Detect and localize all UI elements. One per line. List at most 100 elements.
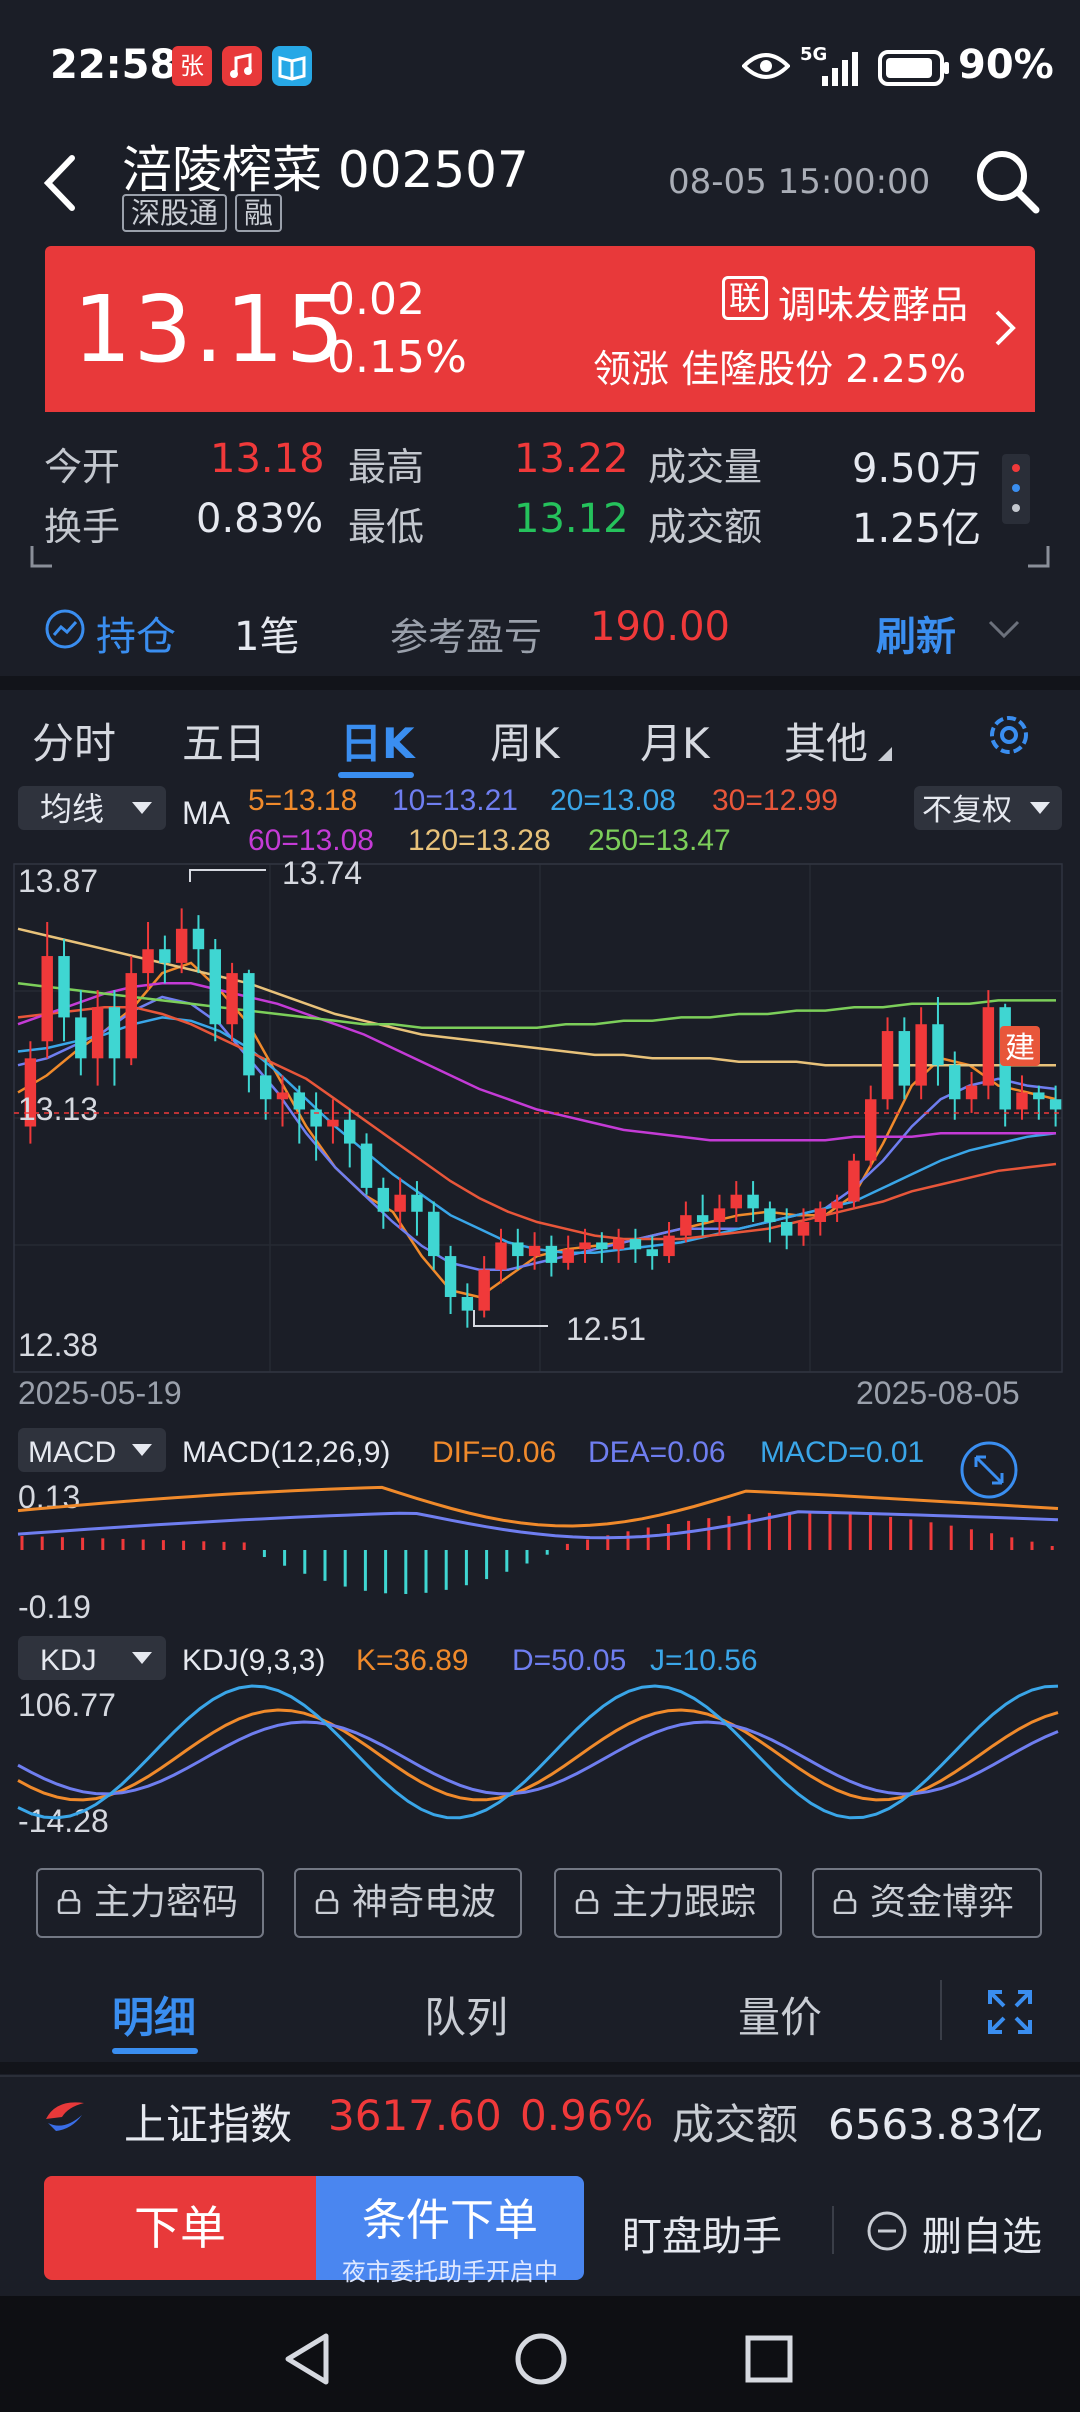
candle-body — [528, 1245, 541, 1257]
candle-body — [562, 1249, 574, 1263]
candle-body — [949, 1065, 961, 1100]
monitor-button[interactable]: 盯盘助手 — [622, 2204, 782, 2262]
candle-body — [108, 1007, 121, 1059]
volume-value: 9.50万 — [852, 446, 982, 492]
candle-body — [730, 1194, 742, 1209]
battery-icon — [878, 50, 950, 90]
y-axis-bottom: 12.38 — [18, 1327, 98, 1363]
feature-capital-game[interactable]: 资金博弈 — [812, 1868, 1042, 1938]
caret-down-icon — [878, 746, 892, 765]
trend-circle-icon — [44, 608, 86, 654]
remove-watchlist-button[interactable]: 删自选 — [922, 2204, 1042, 2262]
tab-divider — [940, 1980, 942, 2040]
adjust-label: 不复权 — [922, 794, 1012, 827]
candle-body — [764, 1208, 776, 1222]
tab-detail[interactable]: 明细 — [112, 1984, 196, 2045]
feature-wave[interactable]: 神奇电波 — [294, 1868, 522, 1938]
holding-label[interactable]: 持仓 — [96, 604, 176, 662]
status-time: 22:58 — [50, 42, 178, 88]
candle-body — [310, 1109, 322, 1127]
tab-daily-k[interactable]: 日K — [340, 710, 415, 771]
kdj-select-label: KDJ — [40, 1644, 97, 1677]
date-start: 2025-05-19 — [18, 1375, 182, 1411]
date-end: 2025-08-05 — [856, 1375, 1020, 1411]
candle-body — [747, 1194, 759, 1209]
candle-body — [881, 1031, 894, 1100]
nav-back-icon[interactable] — [282, 2332, 332, 2390]
feature-tracking[interactable]: 主力跟踪 — [554, 1868, 782, 1938]
candle-body — [982, 1007, 995, 1086]
tab-other[interactable]: 其他 — [784, 710, 868, 771]
search-icon[interactable] — [972, 146, 1042, 220]
candle-body — [1033, 1092, 1045, 1100]
tab-weekly-k[interactable]: 周K — [490, 710, 560, 771]
candle-body — [680, 1215, 692, 1236]
feature-capital-game-label: 资金博弈 — [870, 1882, 1015, 1923]
condition-order-label: 条件下单 — [362, 2195, 538, 2246]
index-value: 3617.60 — [328, 2091, 502, 2140]
order-button[interactable]: 下单 — [44, 2176, 316, 2280]
kdj-y-bottom: -14.28 — [18, 1803, 109, 1839]
candle-body — [1049, 1099, 1062, 1110]
candle-body — [797, 1221, 810, 1236]
candle-body — [444, 1256, 457, 1297]
remove-circle-icon[interactable] — [866, 2210, 908, 2256]
refresh-button[interactable]: 刷新 — [876, 604, 956, 662]
max-note: 13.74 — [282, 855, 362, 891]
kline-chart-area[interactable]: 均线 MA 5=13.18 10=13.21 20=13.08 30=12.99… — [0, 780, 1080, 1840]
condition-order-button[interactable]: 条件下单 夜市委托助手开启中 — [316, 2176, 584, 2286]
back-arrow-icon[interactable] — [40, 152, 80, 218]
more-dots-icon[interactable] — [1002, 454, 1030, 524]
expand-corner-right-icon[interactable] — [1026, 544, 1050, 572]
y-axis-mid: 13.13 — [18, 1091, 98, 1127]
ma120-value: 120=13.28 — [408, 824, 551, 857]
ma250-value: 250=13.47 — [588, 824, 731, 857]
system-nav-bar — [0, 2296, 1080, 2412]
quote-banner[interactable]: 13.15 0.02 0.15% 联 调味发酵品 领涨 佳隆股份 2.25% — [45, 246, 1035, 412]
chevron-down-icon[interactable] — [988, 620, 1020, 644]
candle-body — [814, 1208, 827, 1222]
expand-arrows-icon — [974, 1455, 1004, 1485]
kline-chart[interactable]: 均线 MA 5=13.18 10=13.21 20=13.08 30=12.99… — [0, 780, 1080, 1840]
volume-label: 成交量 — [648, 445, 763, 489]
app-notification-icon: 张 — [172, 46, 212, 86]
fullscreen-icon[interactable] — [986, 1988, 1034, 2040]
nav-recents-icon[interactable] — [744, 2334, 794, 2388]
tab-intraday[interactable]: 分时 — [32, 710, 116, 771]
macd-label: MACD(12,26,9) — [182, 1436, 390, 1469]
ma60-value: 60=13.08 — [248, 824, 374, 857]
candle-body — [175, 928, 188, 963]
holding-row[interactable]: 持仓 1笔 参考盈亏 190.00 刷新 — [0, 580, 1080, 680]
max-note-leader — [189, 869, 266, 882]
tab-five-day[interactable]: 五日 — [182, 710, 266, 771]
lock-icon — [575, 1890, 599, 1914]
lock-icon — [833, 1890, 857, 1914]
candle-body — [965, 1085, 978, 1100]
candle-body — [932, 1024, 944, 1066]
holding-count: 1笔 — [234, 614, 300, 660]
expand-corner-left-icon[interactable] — [30, 544, 54, 572]
macd-select-label: MACD — [28, 1436, 116, 1469]
index-ticker[interactable]: 上证指数 3617.60 0.96% 成交额 6563.83亿 — [0, 2075, 1080, 2155]
nav-home-icon[interactable] — [514, 2332, 568, 2390]
section-divider-2 — [0, 2062, 1080, 2074]
candle-body — [848, 1160, 860, 1202]
feature-main-code[interactable]: 主力密码 — [36, 1868, 264, 1938]
feature-buttons: 主力密码 神奇电波 主力跟踪 资金博弈 — [0, 1852, 1080, 1972]
amount-value: 1.25亿 — [852, 506, 982, 552]
candle-body — [629, 1239, 642, 1250]
candle-body — [411, 1194, 423, 1212]
stats-panel: 今开 13.18 最高 13.22 成交量 9.50万 换手 0.83% 最低 … — [0, 420, 1080, 580]
candle-body — [394, 1194, 406, 1212]
feature-main-code-label: 主力密码 — [94, 1882, 239, 1923]
kdj-d: D=50.05 — [512, 1644, 626, 1677]
sector-name: 调味发酵品 — [778, 283, 969, 327]
chevron-right-icon[interactable] — [993, 308, 1017, 352]
tab-monthly-k[interactable]: 月K — [640, 710, 710, 771]
detail-tab-indicator — [112, 2048, 198, 2054]
settings-gear-icon[interactable] — [984, 710, 1034, 764]
tab-volume-price[interactable]: 量价 — [738, 1984, 822, 2045]
tab-queue[interactable]: 队列 — [424, 1984, 508, 2045]
index-amount-label: 成交额 — [672, 2100, 799, 2149]
kdj-label: KDJ(9,3,3) — [182, 1644, 325, 1677]
